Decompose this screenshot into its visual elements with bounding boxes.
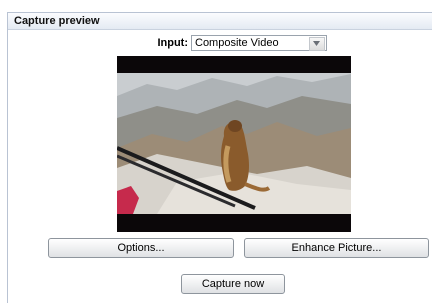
- input-source-value: Composite Video: [195, 37, 279, 49]
- panel-title: Capture preview: [8, 13, 432, 30]
- input-source-select[interactable]: Composite Video: [191, 35, 327, 51]
- capture-preview-panel: Capture preview Input: Composite Video O…: [7, 12, 432, 303]
- input-label: Input:: [157, 37, 188, 49]
- dropdown-arrow-button[interactable]: [309, 37, 325, 51]
- video-preview: [117, 56, 351, 232]
- options-button[interactable]: Options...: [48, 238, 234, 258]
- preview-image: [117, 56, 351, 232]
- chevron-down-icon: [313, 41, 320, 46]
- capture-now-button[interactable]: Capture now: [181, 274, 285, 294]
- enhance-picture-button[interactable]: Enhance Picture...: [244, 238, 429, 258]
